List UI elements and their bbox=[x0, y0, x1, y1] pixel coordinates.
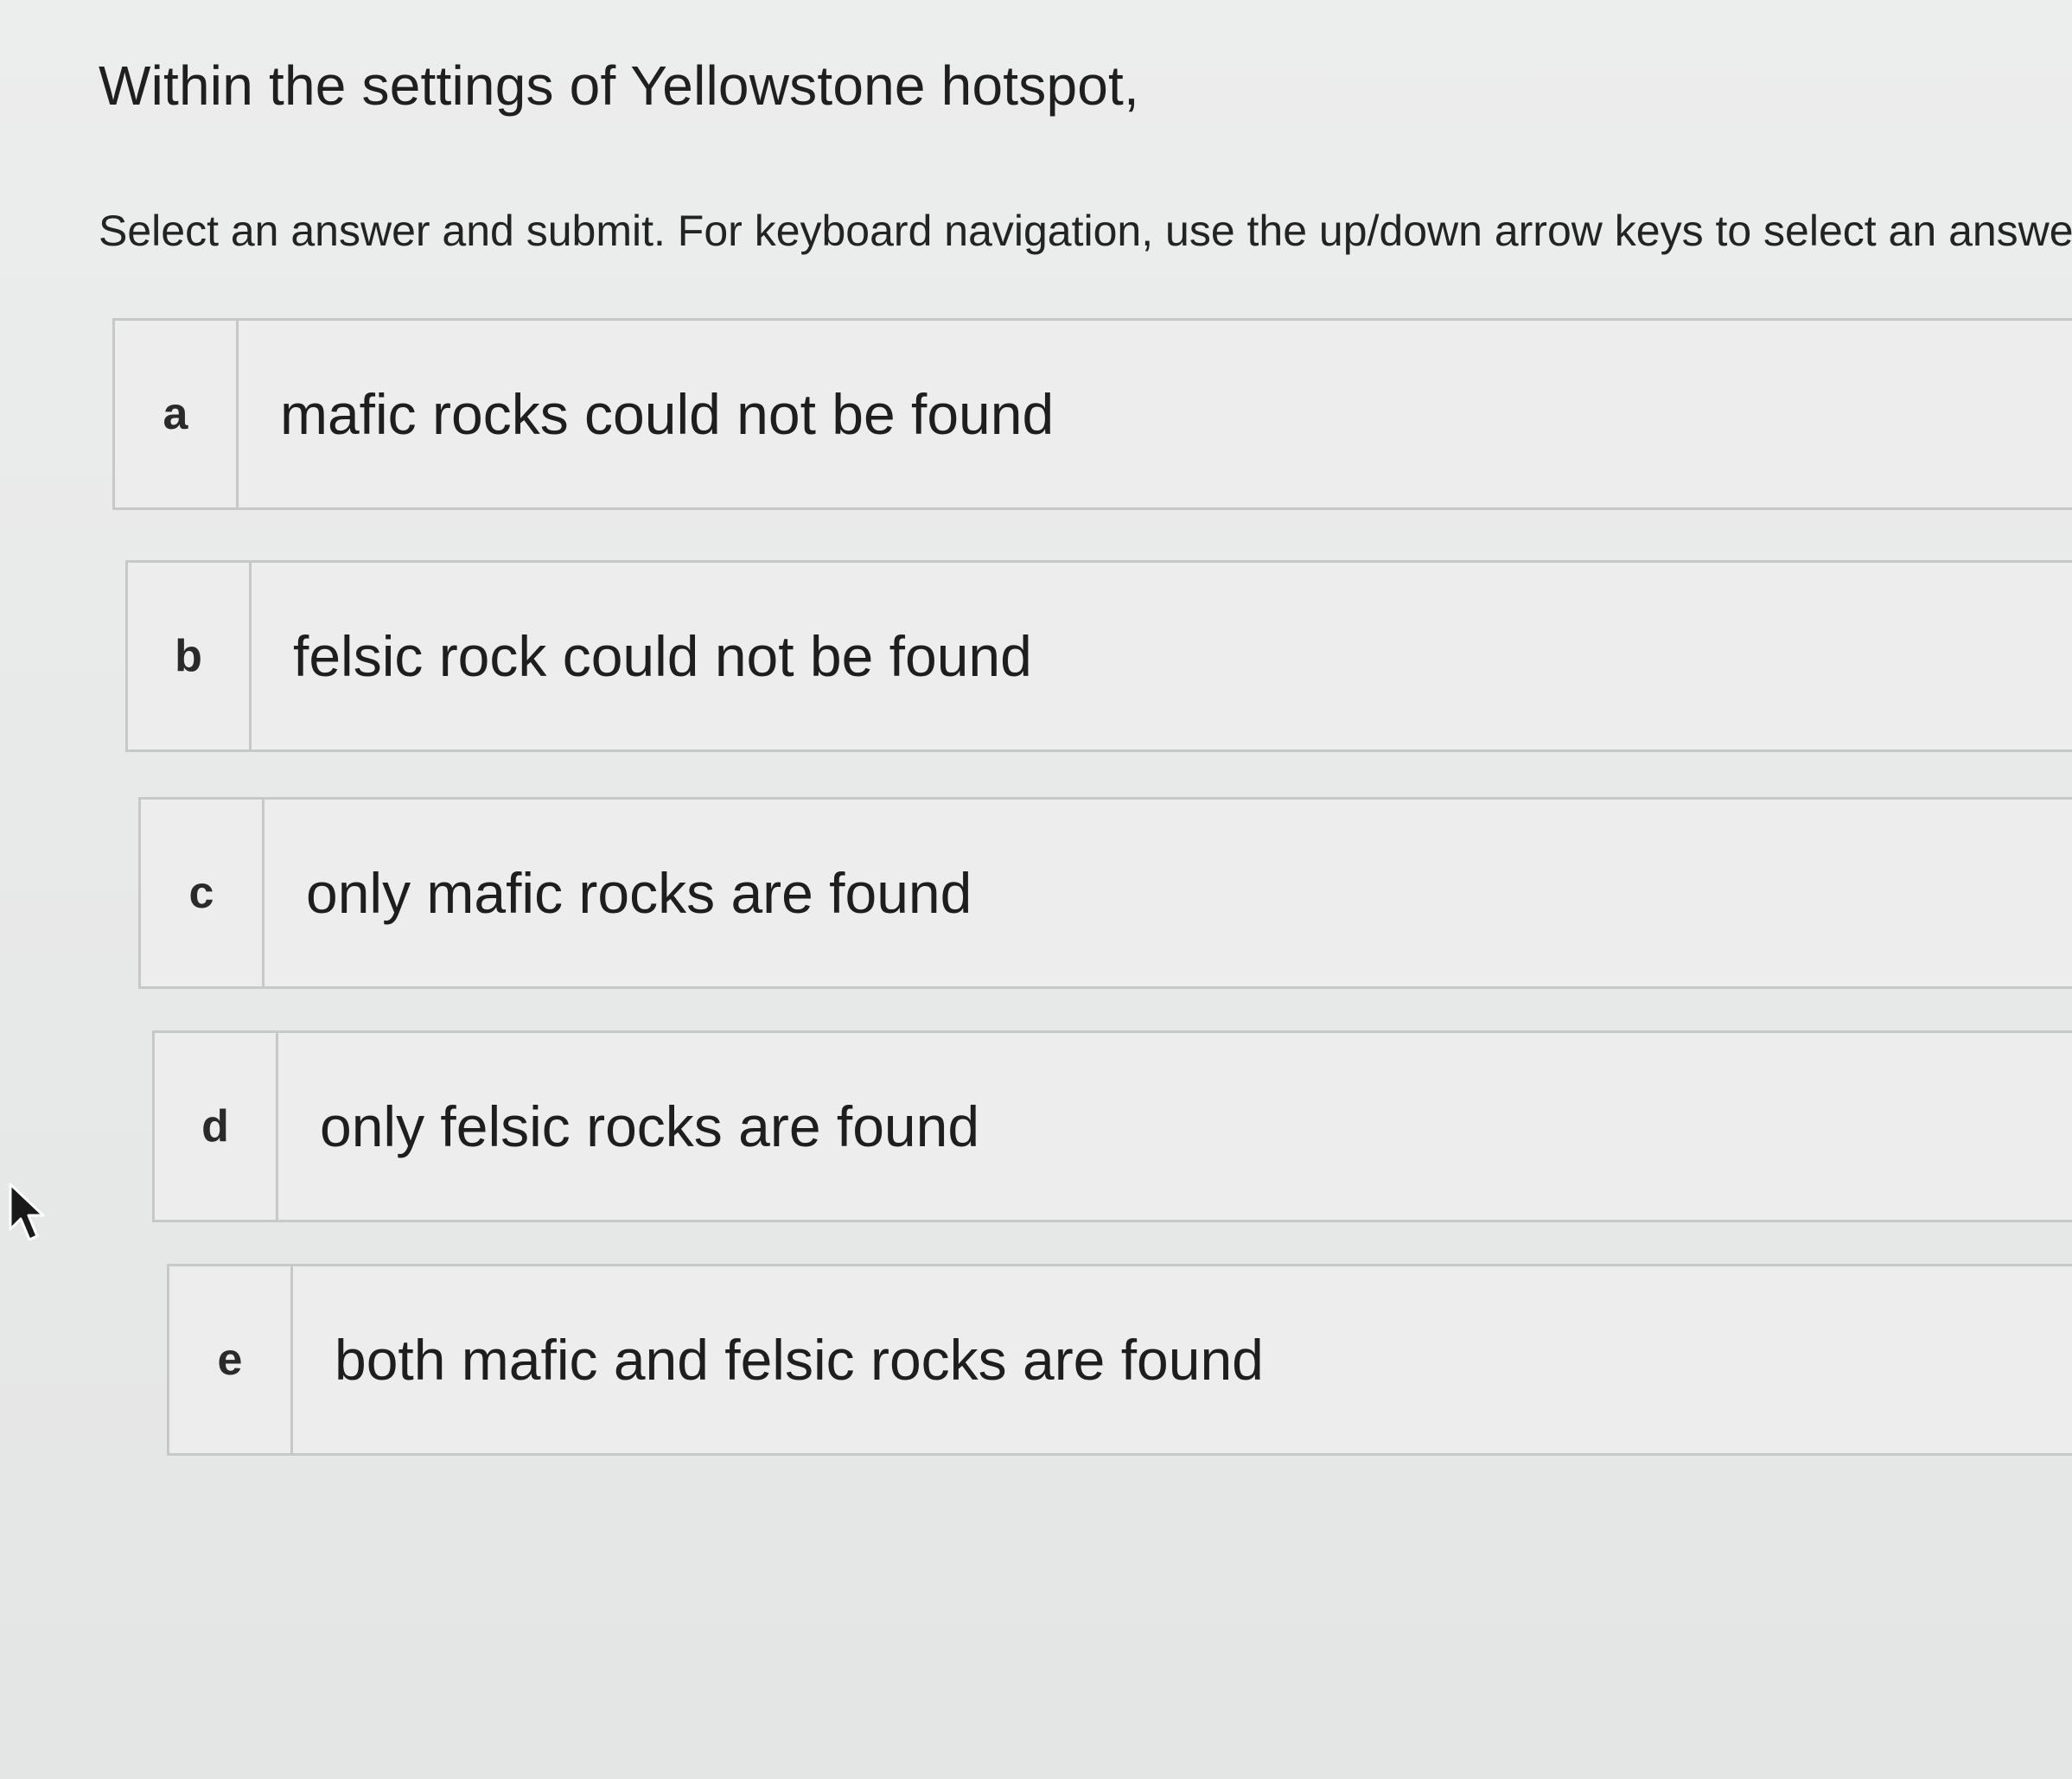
answer-option-a[interactable]: a mafic rocks could not be found bbox=[112, 318, 2072, 510]
answer-option-d[interactable]: d only felsic rocks are found bbox=[152, 1030, 2072, 1222]
option-label: only felsic rocks are found bbox=[320, 1094, 980, 1158]
option-letter: a bbox=[115, 321, 239, 507]
answer-option-b[interactable]: b felsic rock could not be found bbox=[125, 560, 2072, 752]
answer-option-e[interactable]: e both mafic and felsic rocks are found bbox=[167, 1264, 2072, 1456]
answer-options: a mafic rocks could not be found b felsi… bbox=[0, 0, 2072, 1779]
option-label: both mafic and felsic rocks are found bbox=[335, 1328, 1264, 1392]
option-label: mafic rocks could not be found bbox=[280, 382, 1055, 446]
option-label: only mafic rocks are found bbox=[306, 861, 972, 925]
answer-option-c[interactable]: c only mafic rocks are found bbox=[138, 797, 2072, 989]
option-label: felsic rock could not be found bbox=[293, 624, 1032, 688]
mouse-pointer-icon bbox=[9, 1183, 45, 1241]
option-letter: e bbox=[169, 1266, 293, 1453]
quiz-page: Within the settings of Yellowstone hotsp… bbox=[0, 0, 2072, 1779]
option-letter: b bbox=[128, 563, 252, 749]
option-letter: d bbox=[155, 1033, 278, 1220]
option-letter: c bbox=[141, 800, 265, 986]
